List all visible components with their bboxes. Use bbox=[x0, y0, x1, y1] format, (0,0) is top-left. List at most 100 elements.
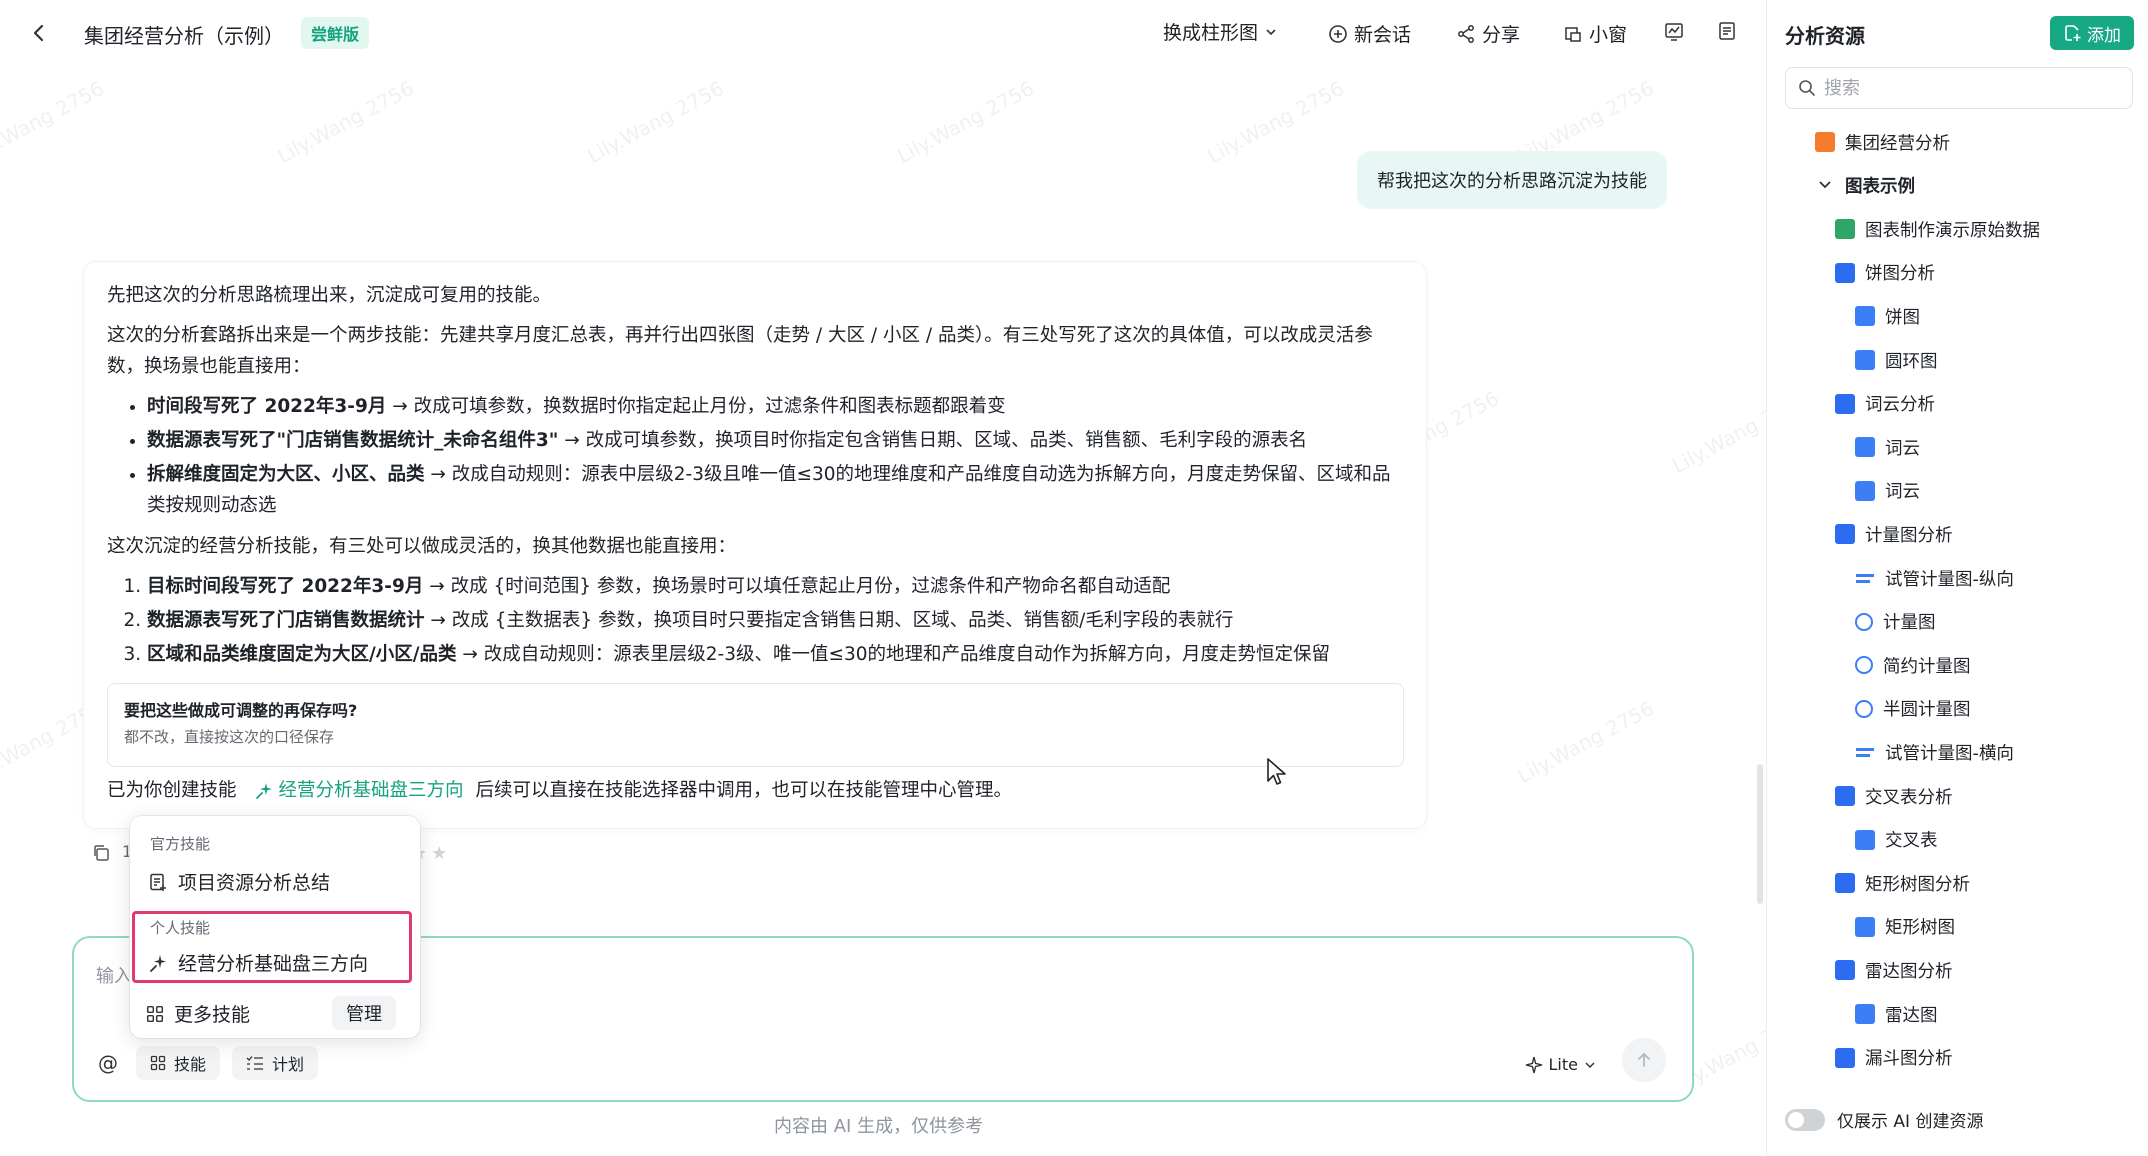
doc-add-icon bbox=[150, 873, 166, 891]
list-item: 时间段写死了 2022年3-9月 → 改成可填参数，换数据时你指定起止月份，过滤… bbox=[147, 391, 1407, 422]
tree-item[interactable]: 圆环图 bbox=[1855, 340, 1938, 380]
chart-icon bbox=[1855, 1004, 1875, 1024]
tree-item-label: 计量图分析 bbox=[1865, 525, 1953, 546]
list-item-bold: 目标时间段写死了 2022年3-9月 bbox=[147, 576, 424, 597]
ai-resource-toggle[interactable] bbox=[1785, 1108, 1825, 1131]
tree-item-label: 漏斗图分析 bbox=[1865, 1049, 1953, 1070]
tree-item[interactable]: 计量图 bbox=[1855, 602, 1936, 642]
mini-window-button[interactable]: 小窗 bbox=[1563, 20, 1627, 47]
chart-panel-button[interactable] bbox=[1663, 20, 1685, 42]
tree-item[interactable]: 矩形树图分析 bbox=[1835, 863, 1970, 903]
ai-disclaimer: 内容由 AI 生成，仅供参考 bbox=[774, 1116, 984, 1137]
tree-item[interactable]: 计量图分析 bbox=[1835, 514, 1953, 554]
gauge-icon bbox=[1855, 656, 1873, 675]
chart-board-icon bbox=[1665, 23, 1683, 41]
list-item: 目标时间段写死了 2022年3-9月 → 改成 {时间范围} 参数，换场景时可以… bbox=[147, 571, 1407, 602]
chart-icon bbox=[1855, 437, 1875, 458]
analysis-icon bbox=[1835, 1047, 1855, 1068]
skill-button[interactable]: 技能 bbox=[136, 1046, 221, 1080]
tree-item[interactable]: 矩形树图 bbox=[1855, 907, 1955, 947]
switch-chart-button[interactable]: 换成柱形图 bbox=[1163, 18, 1278, 45]
input-toolbar: @ 技能 计划 bbox=[92, 1046, 319, 1080]
copy-icon bbox=[94, 845, 109, 861]
tree-item-label: 半圆计量图 bbox=[1883, 700, 1971, 721]
tree-item[interactable]: 试管计量图-横向 bbox=[1855, 732, 2014, 772]
star-icon[interactable]: ★ bbox=[431, 843, 451, 864]
share-button[interactable]: 分享 bbox=[1456, 20, 1520, 47]
document-icon bbox=[1719, 22, 1735, 40]
created-skill-link[interactable]: 经营分析基础盘三方向 bbox=[255, 776, 464, 806]
list-item-bold: 数据源表写死了"门店销售数据统计_未命名组件3" bbox=[147, 430, 559, 451]
tree-item[interactable]: 简约计量图 bbox=[1855, 645, 1971, 685]
tree-item[interactable]: 词云 bbox=[1855, 471, 1920, 511]
tree-item-label: 交叉表 bbox=[1885, 831, 1938, 852]
add-resource-button[interactable]: 添加 bbox=[2050, 16, 2134, 50]
tree-item[interactable]: 图表示例 bbox=[1815, 166, 1915, 206]
tree-item-label: 交叉表分析 bbox=[1865, 787, 1953, 808]
manage-skills-button[interactable]: 管理 bbox=[332, 996, 396, 1030]
watermark-text: Lily.Wang 2756 bbox=[0, 75, 108, 169]
skill-button-label: 技能 bbox=[174, 1055, 207, 1074]
tree-item[interactable]: 饼图 bbox=[1855, 296, 1920, 336]
tree-item-label: 集团经营分析 bbox=[1845, 133, 1950, 154]
share-label: 分享 bbox=[1482, 24, 1521, 46]
list-item-text: → 改成自动规则：源表里层级2-3级、唯一值≤30的地理和产品维度自动作为拆解方… bbox=[456, 644, 1331, 665]
back-button[interactable] bbox=[26, 20, 52, 46]
model-selector[interactable]: Lite bbox=[1525, 1055, 1596, 1074]
tree-item-label: 图表制作演示原始数据 bbox=[1865, 220, 2040, 241]
add-file-icon bbox=[2065, 25, 2081, 41]
mention-button[interactable]: @ bbox=[92, 1051, 124, 1075]
ai-resource-toggle-label: 仅展示 AI 创建资源 bbox=[1837, 1112, 1984, 1132]
chat-input-placeholder[interactable]: 输入 bbox=[96, 962, 132, 988]
send-button[interactable] bbox=[1622, 1038, 1666, 1082]
skill-option-official[interactable]: 项目资源分析总结 bbox=[148, 868, 330, 895]
copy-button[interactable] bbox=[91, 843, 111, 863]
mini-window-label: 小窗 bbox=[1589, 24, 1628, 46]
gauge-icon bbox=[1855, 699, 1873, 718]
document-panel-button[interactable] bbox=[1716, 20, 1738, 42]
watermark-text: Lily.Wang 2756 bbox=[893, 75, 1038, 169]
resource-search[interactable] bbox=[1785, 67, 2133, 109]
created-prefix: 已为你创建技能 bbox=[107, 780, 237, 801]
list-item-bold: 时间段写死了 2022年3-9月 bbox=[147, 396, 387, 417]
switch-chart-label: 换成柱形图 bbox=[1163, 22, 1259, 44]
tree-item[interactable]: 词云分析 bbox=[1835, 384, 1935, 424]
tree-item[interactable]: 交叉表 bbox=[1855, 820, 1938, 860]
more-skills-label: 更多技能 bbox=[174, 1004, 251, 1026]
at-icon: @ bbox=[98, 1051, 118, 1075]
watermark-text: Lily.Wang 2756 bbox=[583, 75, 728, 169]
top-bar: 集团经营分析（示例） 尝鲜版 换成柱形图 新会话 分享 小窗 bbox=[0, 0, 1766, 66]
tree-item[interactable]: 图表制作演示原始数据 bbox=[1835, 209, 2040, 249]
mouse-cursor-icon bbox=[1267, 758, 1286, 785]
save-option-card[interactable]: 要把这些做成可调整的再保存吗? 都不改，直接按这次的口径保存 bbox=[107, 683, 1404, 767]
plan-button[interactable]: 计划 bbox=[232, 1046, 319, 1080]
tree-item-label: 饼图分析 bbox=[1865, 264, 1935, 285]
gauge-icon bbox=[1855, 612, 1873, 631]
tube-icon bbox=[1855, 568, 1875, 588]
tree-item[interactable]: 半圆计量图 bbox=[1855, 689, 1971, 729]
tree-item-label: 饼图 bbox=[1885, 307, 1920, 328]
resource-panel-title: 分析资源 bbox=[1785, 24, 1865, 48]
tree-item-label: 雷达图分析 bbox=[1865, 961, 1953, 982]
skill-option-personal[interactable]: 经营分析基础盘三方向 bbox=[148, 949, 368, 976]
plan-button-label: 计划 bbox=[272, 1055, 305, 1074]
tree-item[interactable]: 饼图分析 bbox=[1835, 253, 1935, 293]
chevron-left-icon bbox=[33, 24, 44, 42]
tree-item-label: 矩形树图 bbox=[1885, 918, 1955, 939]
new-chat-button[interactable]: 新会话 bbox=[1328, 20, 1411, 47]
tree-item[interactable]: 雷达图 bbox=[1855, 994, 1938, 1034]
tree-item[interactable]: 词云 bbox=[1855, 427, 1920, 467]
tree-item[interactable]: 漏斗图分析 bbox=[1835, 1038, 1953, 1078]
official-skills-title: 官方技能 bbox=[150, 835, 211, 853]
tree-item[interactable]: 交叉表分析 bbox=[1835, 776, 1953, 816]
analysis-icon bbox=[1835, 524, 1855, 545]
save-answer: 都不改，直接按这次的口径保存 bbox=[124, 728, 335, 746]
more-skills-button[interactable]: 更多技能 bbox=[146, 1000, 250, 1027]
created-suffix: 后续可以直接在技能选择器中调用，也可以在技能管理中心管理。 bbox=[475, 780, 1013, 801]
tree-item[interactable]: 雷达图分析 bbox=[1835, 950, 1953, 990]
tree-item-label: 矩形树图分析 bbox=[1865, 874, 1970, 895]
tree-item[interactable]: 试管计量图-纵向 bbox=[1855, 558, 2014, 598]
search-input[interactable] bbox=[1824, 77, 2114, 99]
chat-scrollbar[interactable] bbox=[1757, 764, 1763, 904]
tree-item[interactable]: 集团经营分析 bbox=[1815, 122, 1950, 162]
